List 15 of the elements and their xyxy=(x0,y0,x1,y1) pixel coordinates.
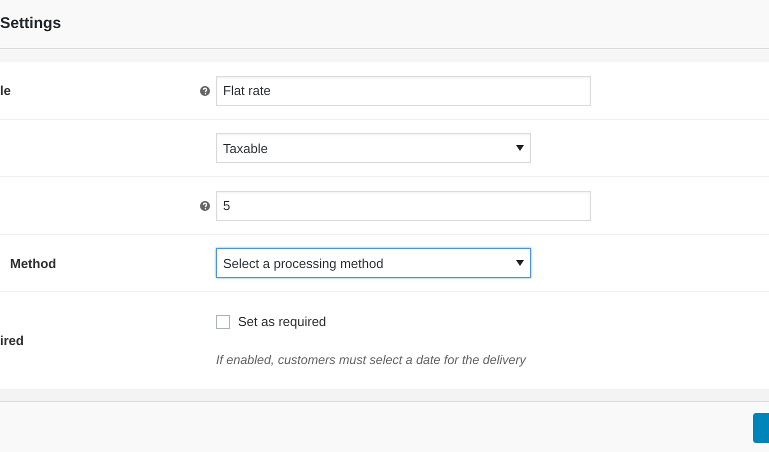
checkbox-label[interactable]: Set as required xyxy=(238,314,326,329)
select-dropdown[interactable]: Select a processing method xyxy=(216,248,531,278)
caret-icon xyxy=(516,145,524,151)
help-icon[interactable] xyxy=(200,200,210,210)
field-label: ired xyxy=(0,333,24,348)
select-dropdown[interactable]: Taxable xyxy=(216,133,531,163)
field-label: Method xyxy=(9,256,56,270)
field-description: If enabled, customers must select a date for the delivery xyxy=(216,353,526,367)
checkbox[interactable] xyxy=(216,314,230,328)
text-field[interactable]: Flat rate xyxy=(216,76,591,106)
text-field[interactable]: 5 xyxy=(216,190,591,220)
page-title: Settings xyxy=(0,15,62,33)
help-icon[interactable] xyxy=(200,86,210,96)
field-label: le xyxy=(0,83,11,98)
caret-icon xyxy=(516,260,524,266)
